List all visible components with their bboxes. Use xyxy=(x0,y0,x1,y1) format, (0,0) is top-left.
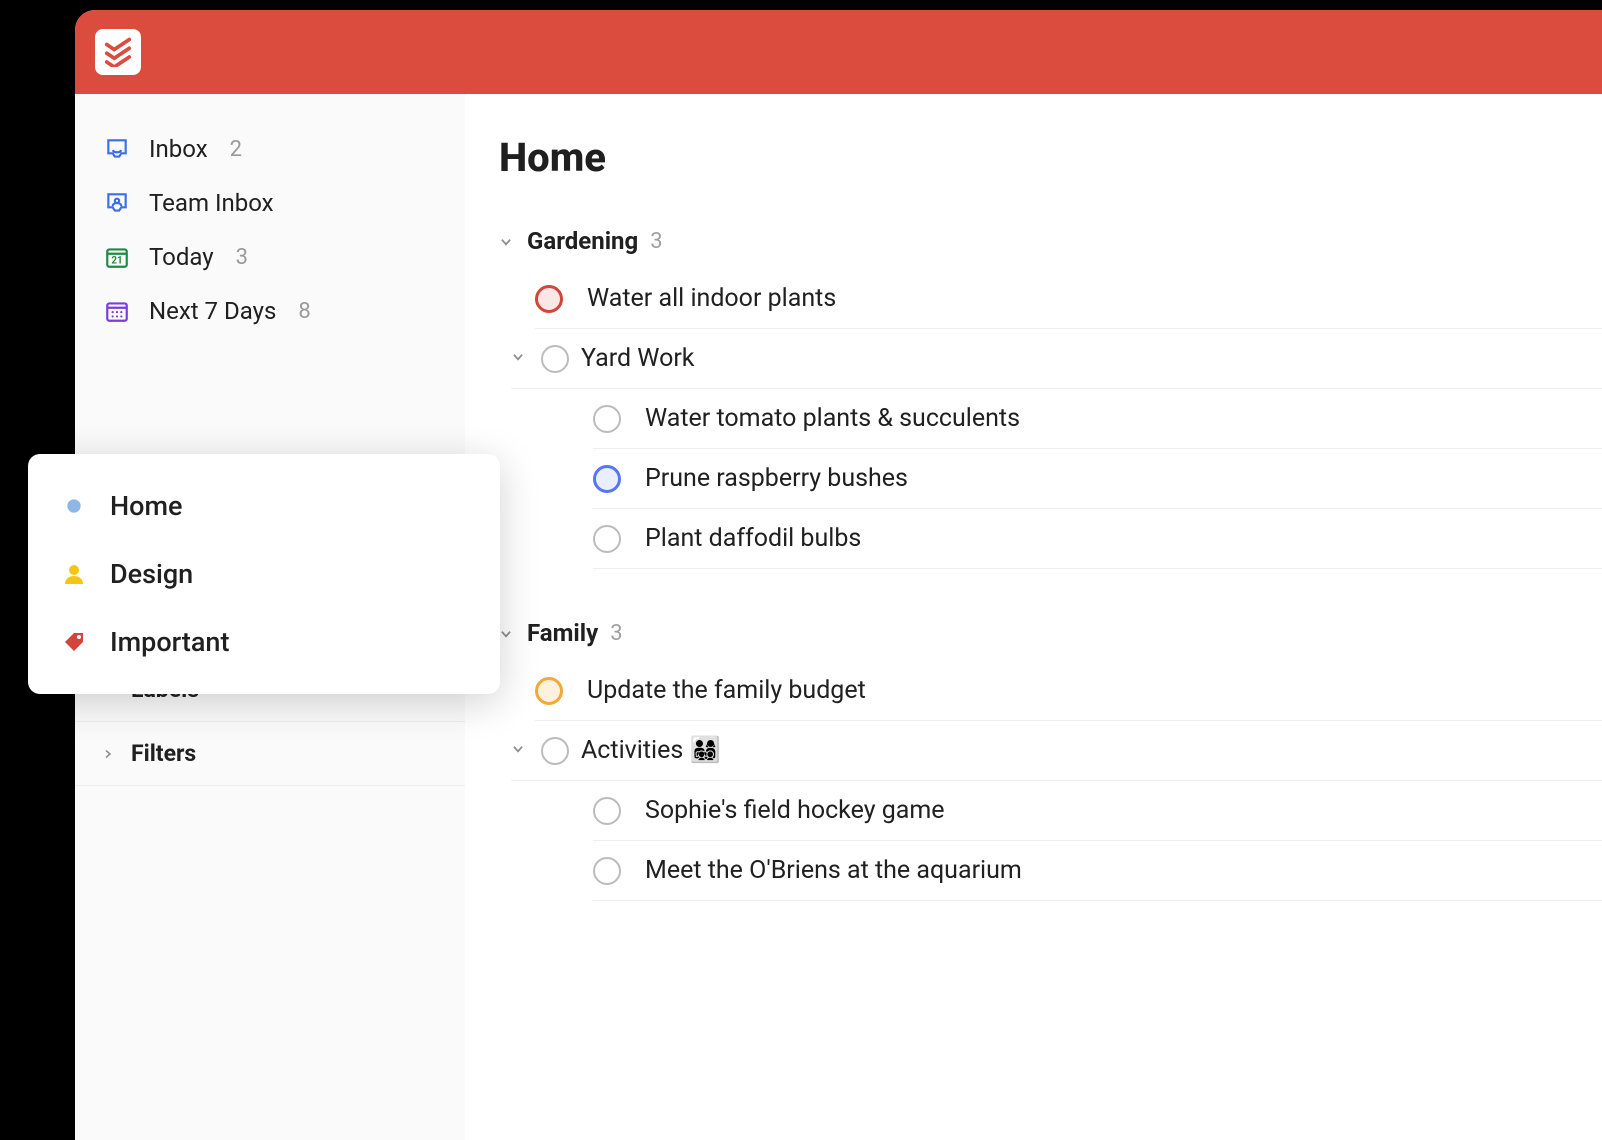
task-title: Sophie's field hockey game xyxy=(645,796,945,825)
task-title: Prune raspberry bushes xyxy=(645,464,908,493)
group-count: 3 xyxy=(610,621,622,646)
task-checkbox[interactable] xyxy=(593,797,621,825)
task-checkbox[interactable] xyxy=(541,345,569,373)
group-header-family[interactable]: Family 3 xyxy=(499,619,1602,653)
todoist-icon xyxy=(103,37,133,67)
today-icon: 21 xyxy=(103,243,131,271)
task-title: Update the family budget xyxy=(587,676,866,705)
task-checkbox[interactable] xyxy=(535,677,563,705)
task-row[interactable]: Plant daffodil bulbs xyxy=(593,509,1602,569)
task-checkbox[interactable] xyxy=(535,285,563,313)
app-logo[interactable] xyxy=(95,29,141,75)
sidebar-item-next7[interactable]: Next 7 Days 8 xyxy=(75,284,465,338)
chevron-down-icon xyxy=(499,227,515,255)
chevron-down-icon[interactable] xyxy=(511,741,529,760)
task-checkbox[interactable] xyxy=(593,405,621,433)
nav-label: Team Inbox xyxy=(149,189,274,217)
task-title: Water all indoor plants xyxy=(587,284,836,313)
task-row[interactable]: Sophie's field hockey game xyxy=(593,781,1602,841)
inbox-icon xyxy=(103,135,131,163)
nav-count: 3 xyxy=(236,245,248,270)
favorite-item-design[interactable]: Design xyxy=(28,540,500,608)
chevron-right-icon xyxy=(101,747,115,761)
chevron-down-icon xyxy=(499,619,515,647)
nav-label: Inbox xyxy=(149,135,208,163)
task-row[interactable]: Activities 👨‍👩‍👧‍👦 xyxy=(511,721,1602,781)
dot-icon xyxy=(60,492,88,520)
chevron-down-icon[interactable] xyxy=(511,349,529,368)
page-title: Home xyxy=(499,134,1602,181)
person-icon xyxy=(60,560,88,588)
titlebar xyxy=(75,10,1602,94)
next7-icon xyxy=(103,297,131,325)
main-panel: Home Gardening 3 Water all indoor plants xyxy=(465,94,1602,1140)
task-row[interactable]: Yard Work xyxy=(511,329,1602,389)
sidebar-section-filters[interactable]: Filters xyxy=(75,722,465,786)
task-row[interactable]: Water tomato plants & succulents xyxy=(593,389,1602,449)
sidebar-item-team-inbox[interactable]: Team Inbox xyxy=(75,176,465,230)
favorite-item-home[interactable]: Home xyxy=(28,472,500,540)
svg-text:21: 21 xyxy=(111,256,122,267)
group-header-gardening[interactable]: Gardening 3 xyxy=(499,227,1602,261)
nav-label: Today xyxy=(149,243,214,271)
section-label: Filters xyxy=(131,740,196,767)
favorite-label: Important xyxy=(110,626,229,658)
task-title: Water tomato plants & succulents xyxy=(645,404,1020,433)
task-checkbox[interactable] xyxy=(541,737,569,765)
nav-label: Next 7 Days xyxy=(149,297,276,325)
group-count: 3 xyxy=(650,229,662,254)
group-name: Gardening xyxy=(527,227,638,255)
task-title: Meet the O'Briens at the aquarium xyxy=(645,856,1022,885)
favorites-popover: Home Design Important xyxy=(28,454,500,694)
task-checkbox[interactable] xyxy=(593,465,621,493)
task-title: Yard Work xyxy=(581,344,694,373)
task-list: Water all indoor plants Yard Work Water … xyxy=(507,269,1602,569)
task-checkbox[interactable] xyxy=(593,525,621,553)
sidebar-item-today[interactable]: 21 Today 3 xyxy=(75,230,465,284)
task-row[interactable]: Update the family budget xyxy=(535,661,1602,721)
nav-count: 8 xyxy=(298,299,310,324)
task-title: Activities 👨‍👩‍👧‍👦 xyxy=(581,736,721,765)
task-list: Update the family budget Activities 👨‍👩‍… xyxy=(507,661,1602,901)
task-checkbox[interactable] xyxy=(593,857,621,885)
group-name: Family xyxy=(527,619,598,647)
nav-count: 2 xyxy=(230,137,242,162)
task-title: Plant daffodil bulbs xyxy=(645,524,861,553)
favorite-item-important[interactable]: Important xyxy=(28,608,500,676)
sidebar-item-inbox[interactable]: Inbox 2 xyxy=(75,122,465,176)
task-row[interactable]: Water all indoor plants xyxy=(535,269,1602,329)
task-row[interactable]: Prune raspberry bushes xyxy=(593,449,1602,509)
favorite-label: Home xyxy=(110,490,182,522)
task-row[interactable]: Meet the O'Briens at the aquarium xyxy=(593,841,1602,901)
favorite-label: Design xyxy=(110,558,193,590)
tag-icon xyxy=(60,628,88,656)
team-inbox-icon xyxy=(103,189,131,217)
